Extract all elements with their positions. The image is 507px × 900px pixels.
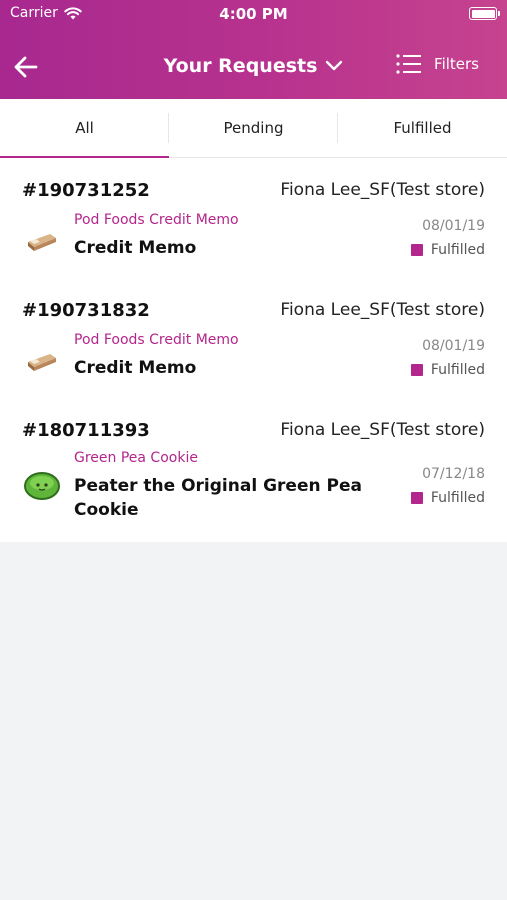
status-dot xyxy=(410,364,423,376)
tab-pending[interactable]: Pending xyxy=(169,99,338,158)
status-label: Fulfilled xyxy=(430,490,485,506)
request-date: 08/01/19 xyxy=(422,218,485,234)
status-time: 4:00 PM xyxy=(219,5,288,23)
status-badge: Fulfilled xyxy=(410,362,485,378)
requests-title-dropdown[interactable]: Your Requests xyxy=(164,55,344,77)
status-dot xyxy=(410,492,423,504)
snack-bar-icon xyxy=(28,354,56,371)
product-name: Credit Memo xyxy=(74,238,197,258)
product-category: Pod Foods Credit Memo xyxy=(74,332,239,348)
tab-all[interactable]: All xyxy=(0,99,169,158)
product-name: Credit Memo xyxy=(74,358,197,378)
request-tabs: All Pending Fulfilled xyxy=(0,99,507,158)
request-item[interactable]: #180711393 Fiona Lee_SF(Test store) Gree… xyxy=(0,420,507,530)
snack-bar-icon xyxy=(28,234,56,251)
filter-list-icon xyxy=(396,54,422,74)
product-name: Peater the Original Green Pea Cookie xyxy=(74,476,362,520)
order-number: #180711393 xyxy=(22,420,150,441)
status-bar: Carrier 4:00 PM xyxy=(0,0,507,28)
product-category: Pod Foods Credit Memo xyxy=(74,212,239,228)
store-name: Fiona Lee_SF(Test store) xyxy=(280,180,485,200)
status-dot xyxy=(410,244,423,256)
status-badge: Fulfilled xyxy=(410,242,485,258)
battery-icon xyxy=(469,7,500,20)
status-label: Fulfilled xyxy=(430,242,485,258)
filters-label: Filters xyxy=(434,55,479,73)
status-badge: Fulfilled xyxy=(410,490,485,506)
order-number: #190731832 xyxy=(22,300,150,321)
request-date: 08/01/19 xyxy=(422,338,485,354)
requests-list: #190731252 Fiona Lee_SF(Test store) Pod … xyxy=(0,158,507,542)
request-date: 07/12/18 xyxy=(422,466,485,482)
status-label: Fulfilled xyxy=(430,362,485,378)
store-name: Fiona Lee_SF(Test store) xyxy=(280,300,485,320)
tab-fulfilled[interactable]: Fulfilled xyxy=(338,99,507,158)
page-title: Your Requests xyxy=(163,55,318,77)
order-number: #190731252 xyxy=(22,180,150,201)
chevron-down-icon xyxy=(326,60,343,71)
green-pea-cookie-icon xyxy=(24,472,60,500)
app-header: Carrier 4:00 PM Your Requests Filters xyxy=(0,0,507,99)
request-item[interactable]: #190731252 Fiona Lee_SF(Test store) Pod … xyxy=(0,180,507,280)
request-item[interactable]: #190731832 Fiona Lee_SF(Test store) Pod … xyxy=(0,300,507,400)
filters-button[interactable]: Filters xyxy=(396,54,479,74)
product-category: Green Pea Cookie xyxy=(74,450,198,466)
store-name: Fiona Lee_SF(Test store) xyxy=(280,420,485,440)
